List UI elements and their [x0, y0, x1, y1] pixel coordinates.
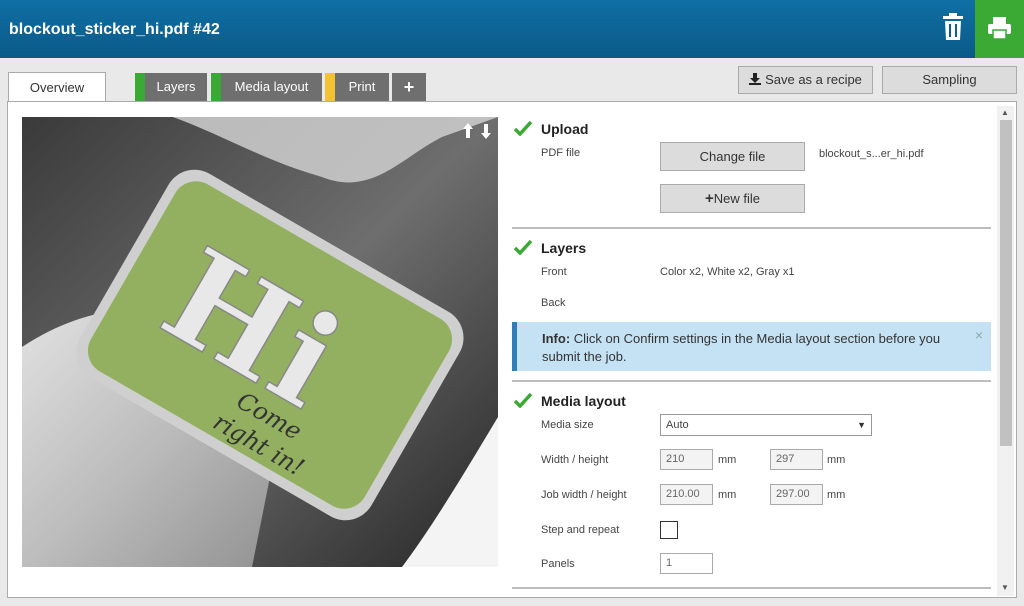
- chevron-down-icon: ▼: [857, 420, 866, 430]
- layers-section-title: Layers: [541, 240, 587, 256]
- job-width-height-label: Job width / height: [541, 489, 627, 501]
- settings-scroll-area: Upload PDF file Change file blockout_s..…: [512, 106, 992, 596]
- scroll-up-icon[interactable]: ▲: [1001, 108, 1009, 117]
- job-preview-image: Hi Come right in!: [22, 117, 498, 567]
- media-size-value: Auto: [666, 419, 689, 431]
- plus-icon: +: [704, 190, 714, 207]
- info-prefix: Info:: [542, 331, 571, 346]
- media-size-label: Media size: [541, 419, 594, 431]
- panels-label: Panels: [541, 558, 575, 570]
- tab-status-stripe: [135, 73, 145, 101]
- new-file-button[interactable]: +New file: [660, 184, 805, 213]
- new-file-label: New file: [713, 191, 760, 206]
- pdf-file-label: PDF file: [541, 147, 581, 159]
- tab-label: Print: [348, 79, 376, 94]
- upload-section-title: Upload: [541, 121, 589, 137]
- step-repeat-checkbox[interactable]: [660, 521, 678, 539]
- width-unit: mm: [718, 454, 737, 466]
- media-size-select[interactable]: Auto ▼: [660, 414, 872, 436]
- info-alert: Info: Click on Confirm settings in the M…: [512, 322, 991, 371]
- check-icon: [514, 392, 532, 408]
- change-file-button[interactable]: Change file: [660, 142, 805, 171]
- section-divider: [512, 587, 991, 589]
- check-icon: [514, 120, 532, 136]
- scroll-down-icon[interactable]: ▼: [1001, 583, 1009, 592]
- print-button[interactable]: [975, 0, 1024, 58]
- info-text: Click on Confirm settings in the Media l…: [542, 331, 941, 364]
- tab-media-layout[interactable]: Media layout: [211, 73, 322, 101]
- scrollbar-thumb[interactable]: [1000, 120, 1012, 446]
- add-tab-button[interactable]: +: [392, 73, 426, 101]
- save-recipe-label: Save as a recipe: [765, 72, 862, 87]
- width-height-label: Width / height: [541, 454, 609, 466]
- flip-arrows-icon[interactable]: [460, 122, 494, 140]
- job-height-unit: mm: [827, 489, 846, 501]
- job-width-input[interactable]: 210.00: [660, 484, 713, 505]
- header-bar: blockout_sticker_hi.pdf #42: [0, 0, 1024, 58]
- job-width-unit: mm: [718, 489, 737, 501]
- save-recipe-button[interactable]: Save as a recipe: [738, 66, 873, 94]
- job-height-input[interactable]: 297.00: [770, 484, 823, 505]
- height-input[interactable]: 297: [770, 449, 823, 470]
- printer-icon: [988, 17, 1011, 40]
- trash-icon[interactable]: [940, 12, 966, 42]
- tab-label: Media layout: [234, 79, 309, 94]
- section-divider: [512, 227, 991, 229]
- download-icon: [749, 73, 762, 85]
- sampling-button[interactable]: Sampling: [882, 66, 1017, 94]
- tab-layers[interactable]: Layers: [135, 73, 207, 101]
- check-icon: [514, 239, 532, 255]
- front-value: Color x2, White x2, Gray x1: [660, 266, 795, 278]
- close-icon[interactable]: ×: [975, 326, 983, 344]
- front-label: Front: [541, 266, 567, 278]
- vertical-scrollbar[interactable]: ▲ ▼: [997, 106, 1014, 596]
- step-repeat-label: Step and repeat: [541, 524, 620, 536]
- back-label: Back: [541, 297, 566, 309]
- section-divider: [512, 380, 991, 382]
- tab-status-stripe: [211, 73, 221, 101]
- job-title: blockout_sticker_hi.pdf #42: [9, 21, 220, 38]
- panels-input[interactable]: 1: [660, 553, 713, 574]
- tab-status-stripe: [325, 73, 335, 101]
- height-unit: mm: [827, 454, 846, 466]
- media-layout-section-title: Media layout: [541, 393, 626, 409]
- tab-label: Layers: [156, 79, 196, 94]
- tab-print[interactable]: Print: [325, 73, 389, 101]
- tab-overview[interactable]: Overview: [8, 72, 106, 102]
- pdf-file-name: blockout_s...er_hi.pdf: [819, 148, 924, 160]
- width-input[interactable]: 210: [660, 449, 713, 470]
